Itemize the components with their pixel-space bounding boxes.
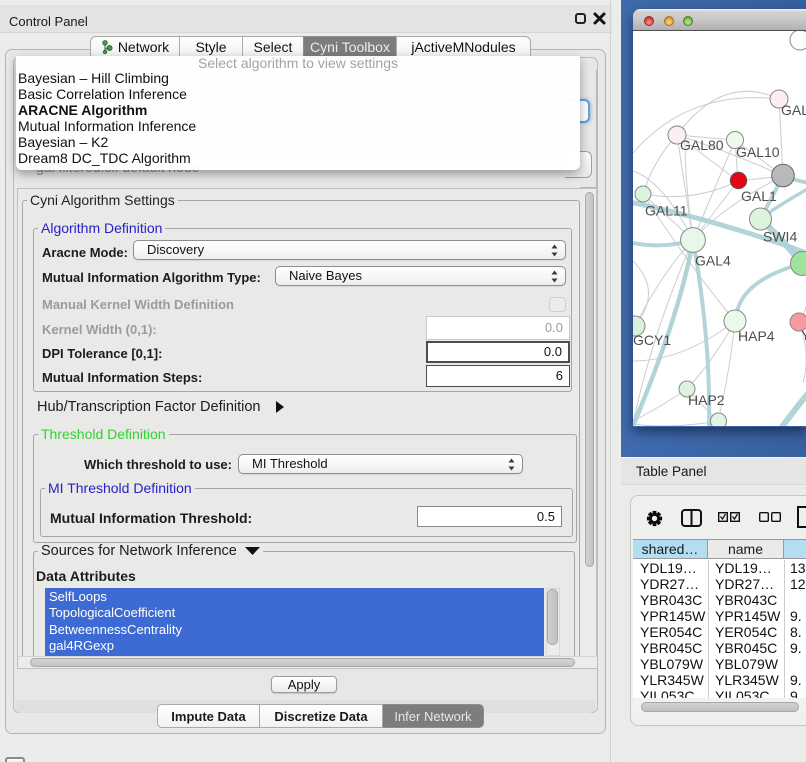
svg-text:SWI4: SWI4 xyxy=(763,229,797,245)
svg-text:GAL10: GAL10 xyxy=(736,144,780,160)
svg-text:GAL11: GAL11 xyxy=(645,203,688,219)
svg-text:HAP2: HAP2 xyxy=(688,392,725,408)
svg-text:HAP4: HAP4 xyxy=(738,328,775,344)
svg-text:GAL80: GAL80 xyxy=(680,137,724,153)
svg-text:GAL1: GAL1 xyxy=(741,188,777,204)
svg-text:GAL: GAL xyxy=(781,102,806,118)
svg-text:GCY1: GCY1 xyxy=(633,332,671,348)
svg-text:Y: Y xyxy=(801,327,806,343)
svg-text:GAL4: GAL4 xyxy=(695,253,731,269)
